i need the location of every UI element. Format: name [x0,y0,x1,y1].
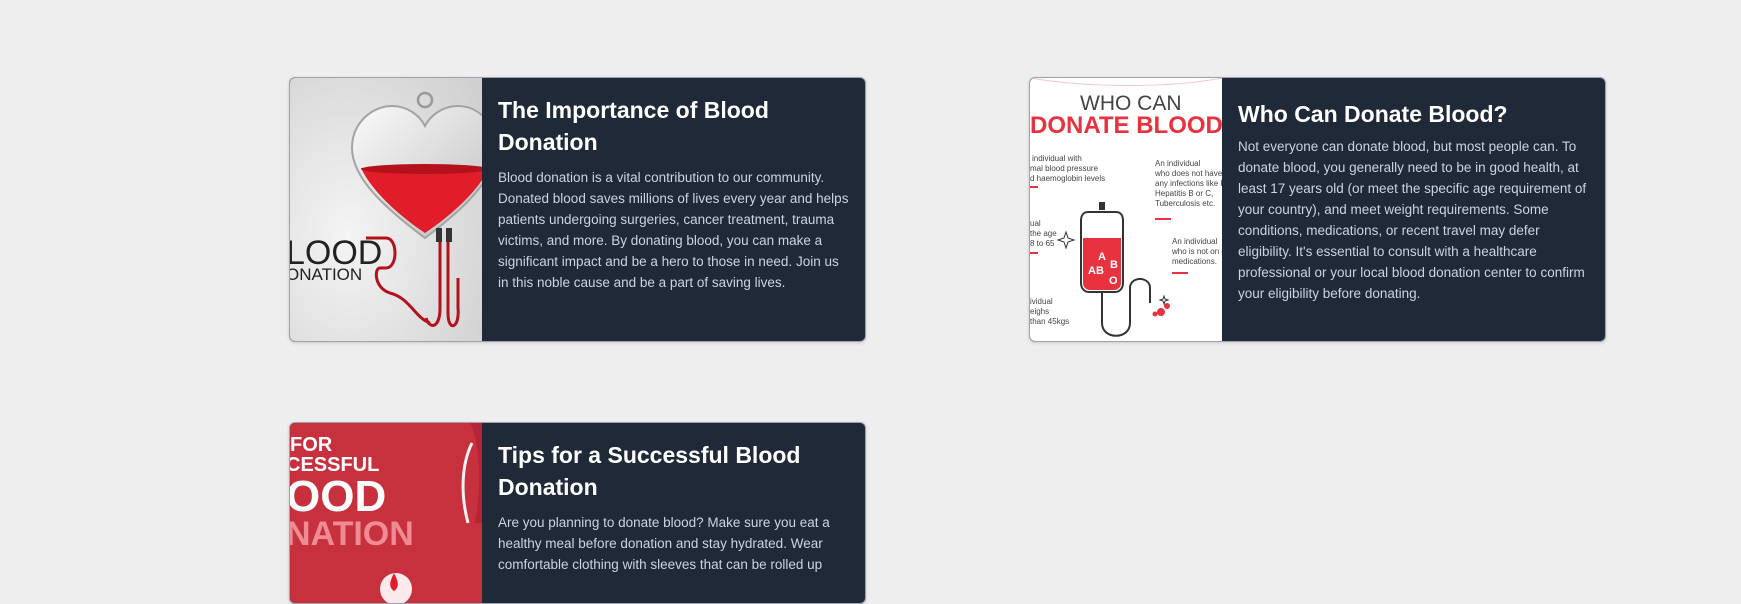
card-image: LOOD ONATION [290,78,482,341]
poster-line4: NATION [290,515,414,553]
note-left-1c: d haemoglobin levels [1030,174,1105,183]
note-right-2a: An individual [1172,237,1218,246]
card-image: FOR CESSFUL OOD NATION [290,423,482,603]
note-left-2a: ual [1030,219,1041,228]
blood-donation-poster-icon: FOR CESSFUL OOD NATION [290,423,482,603]
note-left-2c: 8 to 65 [1030,239,1055,248]
note-right-1c: any infections like H [1155,179,1222,188]
poster-line3: OOD [290,472,386,521]
note-right-1e: Tuberculosis etc. [1155,199,1215,208]
note-left-3b: eighs [1030,307,1049,316]
note-left-3c: than 45kgs [1030,317,1069,326]
note-right-1d: Hepatitis B or C, [1155,189,1213,198]
poster-line1: FOR [290,434,333,456]
who-can-donate-card[interactable]: WHO CAN DONATE BLOOD? individual with ma… [1029,77,1606,342]
note-left-1a: individual with [1032,154,1082,163]
card-text: Blood donation is a vital contribution t… [498,170,849,290]
card-title: Who Can Donate Blood? [1238,101,1508,127]
bag-label-o: O [1109,275,1118,287]
note-right-1a: An individual [1155,159,1201,168]
blood-donation-card[interactable]: LOOD ONATION The Importance of Blood Don… [289,77,866,342]
infographic-heading-2: DONATE BLOOD? [1030,112,1222,139]
card-text: Not everyone can donate blood, but most … [1238,139,1587,301]
note-left-1b: mal blood pressure [1030,164,1099,173]
card-image: WHO CAN DONATE BLOOD? individual with ma… [1030,78,1222,341]
blood-bag-infographic-icon: WHO CAN DONATE BLOOD? individual with ma… [1030,78,1222,341]
card-title: The Importance of Blood Donation [498,97,769,155]
card-title: Tips for a Successful Blood Donation [498,442,801,500]
note-right-1b: who does not have [1154,169,1222,178]
bag-label-ab: AB [1088,265,1104,277]
donation-tips-card[interactable]: FOR CESSFUL OOD NATION Tips for a Succes… [289,422,866,604]
card-text: Are you planning to donate blood? Make s… [498,515,830,572]
note-left-3a: ividual [1030,297,1053,306]
note-right-2b: who is not on c [1171,247,1222,256]
image-text-line2: ONATION [290,265,362,284]
bag-label-a: A [1098,251,1106,263]
note-right-2c: medications. [1172,257,1217,266]
heart-blood-bag-icon: LOOD ONATION [290,78,482,341]
bag-label-b: B [1110,259,1118,271]
note-left-2b: the age [1030,229,1057,238]
